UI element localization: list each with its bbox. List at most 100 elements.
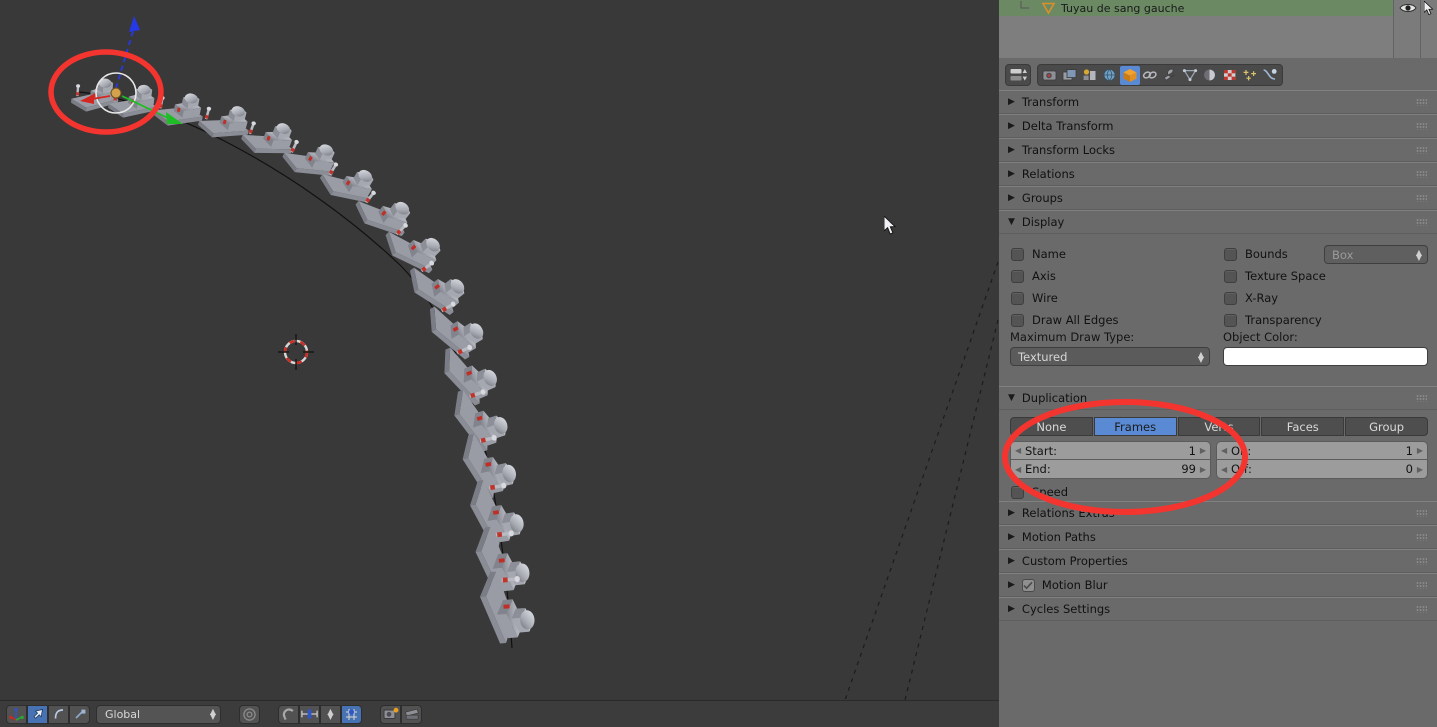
render-tab[interactable] [1040, 66, 1060, 85]
viewport-footer-toolbar[interactable]: Global ▲ ▼ ▲ ▼ [0, 700, 999, 727]
duplication-mode-segments[interactable]: None Frames Verts Faces Group [1010, 417, 1428, 436]
modifiers-tab[interactable] [1160, 66, 1180, 85]
object-data-tab[interactable] [1180, 66, 1200, 85]
transform-orientation-select[interactable]: Global ▲ ▼ [96, 704, 221, 724]
checkbox-row-x-ray[interactable]: X-Ray [1224, 287, 1404, 309]
motion-blur-checkbox[interactable] [1021, 578, 1035, 592]
checkbox-label-name: Name [1032, 247, 1066, 261]
properties-header[interactable] [999, 62, 1437, 88]
scale-manipulator-button[interactable] [69, 704, 90, 724]
stepper-right-icon[interactable]: ▶ [1200, 446, 1206, 455]
checkbox-row-name[interactable]: Name [1011, 243, 1211, 265]
dupli-start-field[interactable]: ◀ Start: 1 ▶ [1010, 441, 1211, 460]
render-opengl-animation-button[interactable] [401, 704, 422, 724]
render-layers-tab[interactable] [1060, 66, 1080, 85]
snap-element-dropdown[interactable]: ▲ ▼ [320, 704, 341, 724]
snap-magnet-button[interactable] [278, 704, 299, 724]
scene-tab[interactable] [1080, 66, 1100, 85]
panel-label-motion-blur: Motion Blur [1041, 578, 1108, 592]
panel-header-motion-paths[interactable]: ▶ Motion Paths [999, 525, 1437, 549]
speed-checkbox[interactable] [1011, 485, 1024, 499]
duplication-mode-faces[interactable]: Faces [1261, 417, 1345, 436]
opengl-render-group[interactable] [380, 704, 422, 724]
duplication-mode-verts[interactable]: Verts [1177, 417, 1261, 436]
camera-icon [1042, 70, 1057, 81]
3d-viewport[interactable] [0, 0, 999, 700]
stepper-left-icon[interactable]: ◀ [1015, 465, 1021, 474]
panel-header-motion-blur[interactable]: ▶ Motion Blur [999, 573, 1437, 597]
panel-header-delta-transform[interactable]: ▶ Delta Transform [999, 114, 1437, 138]
axis-checkbox[interactable] [1011, 269, 1024, 283]
constraints-tab[interactable] [1140, 66, 1160, 85]
dupli-off-field[interactable]: ◀ Off: 0 ▶ [1216, 460, 1428, 479]
dupli-on-field[interactable]: ◀ On: 1 ▶ [1216, 441, 1428, 460]
draw-all-edges-checkbox[interactable] [1011, 313, 1024, 327]
dupli-end-field[interactable]: ◀ End: 99 ▶ [1010, 460, 1211, 479]
physics-icon [1263, 69, 1277, 80]
panel-header-transform[interactable]: ▶ Transform [999, 90, 1437, 114]
checkbox-row-texture-space[interactable]: Texture Space [1224, 265, 1404, 287]
checkbox-row-transparency[interactable]: Transparency [1224, 309, 1404, 331]
rotate-manipulator-button[interactable] [48, 704, 69, 724]
checkbox-label-bounds: Bounds [1245, 247, 1288, 261]
name-checkbox[interactable] [1011, 247, 1024, 261]
transparency-checkbox[interactable] [1224, 313, 1237, 327]
panel-header-groups[interactable]: ▶ Groups [999, 186, 1437, 210]
editor-type-button[interactable] [1005, 64, 1031, 86]
particles-tab[interactable] [1240, 66, 1260, 85]
duplication-mode-frames[interactable]: Frames [1093, 417, 1177, 436]
outliner-visibility-column[interactable] [1394, 0, 1421, 58]
bounds-checkbox[interactable] [1224, 247, 1237, 261]
properties-tab-bar[interactable] [1037, 64, 1283, 86]
panel-header-display[interactable]: ▼ Display [999, 210, 1437, 234]
panel-header-custom-properties[interactable]: ▶ Custom Properties [999, 549, 1437, 573]
stepper-right-icon[interactable]: ▶ [1200, 465, 1206, 474]
panel-grip-icon [1416, 394, 1427, 402]
duplication-frames-range: ◀ Start: 1 ▶ ◀ End: 99 ▶ [1010, 441, 1211, 479]
eye-icon[interactable] [1398, 2, 1417, 14]
stepper-left-icon[interactable]: ◀ [1015, 446, 1021, 455]
viewport-scene [70, 16, 999, 700]
stepper-right-icon[interactable]: ▶ [1417, 465, 1423, 474]
world-tab[interactable] [1100, 66, 1120, 85]
render-opengl-image-button[interactable] [380, 704, 401, 724]
x-ray-checkbox[interactable] [1224, 291, 1237, 305]
translate-manipulator-button[interactable] [27, 704, 48, 724]
checkbox-row-speed[interactable]: Speed [1011, 481, 1068, 503]
checkbox-row-wire[interactable]: Wire [1011, 287, 1211, 309]
properties-editor[interactable]: ▶ Transform ▶ Delta Transform ▶ Transfor… [999, 58, 1437, 727]
snap-target-icon [346, 708, 357, 720]
manipulator-toggle-button[interactable] [6, 704, 27, 724]
snap-element-button[interactable] [299, 704, 320, 724]
object-color-swatch[interactable] [1223, 347, 1428, 366]
material-tab[interactable] [1200, 66, 1220, 85]
outliner-row-tuyau-de-sang-gauche[interactable]: Tuyau de sang gauche [999, 0, 1393, 16]
texture-tab[interactable] [1220, 66, 1240, 85]
panel-header-duplication[interactable]: ▼ Duplication [999, 386, 1437, 410]
duplication-mode-none[interactable]: None [1010, 417, 1093, 436]
panel-header-relations[interactable]: ▶ Relations [999, 162, 1437, 186]
stepper-left-icon[interactable]: ◀ [1221, 446, 1227, 455]
checkbox-row-draw-all-edges[interactable]: Draw All Edges [1011, 309, 1211, 331]
manipulator-button-group[interactable] [6, 704, 90, 724]
bounds-type-select[interactable]: Box ▲ ▼ [1324, 245, 1428, 264]
panel-header-cycles-settings[interactable]: ▶ Cycles Settings [999, 597, 1437, 621]
outliner-editor[interactable]: Tuyau de sang gauche [999, 0, 1437, 58]
panel-header-transform-locks[interactable]: ▶ Transform Locks [999, 138, 1437, 162]
snap-button-group[interactable]: ▲ ▼ [278, 704, 362, 724]
proportional-edit-button[interactable] [239, 704, 260, 724]
texture-space-checkbox[interactable] [1224, 269, 1237, 283]
stepper-left-icon[interactable]: ◀ [1221, 465, 1227, 474]
panel-header-relations-extras[interactable]: ▶ Relations Extras [999, 501, 1437, 525]
physics-tab[interactable] [1260, 66, 1280, 85]
dupli-on-value: 1 [1405, 443, 1413, 458]
checkbox-row-axis[interactable]: Axis [1011, 265, 1211, 287]
max-draw-type-select[interactable]: Textured ▲ ▼ [1010, 347, 1210, 366]
stepper-right-icon[interactable]: ▶ [1417, 446, 1423, 455]
wire-checkbox[interactable] [1011, 291, 1024, 305]
snap-target-button[interactable] [341, 704, 362, 724]
panel-grip-icon [1416, 98, 1427, 106]
panel-label-delta-transform: Delta Transform [1021, 119, 1114, 133]
duplication-mode-group[interactable]: Group [1345, 417, 1428, 436]
object-tab[interactable] [1120, 65, 1140, 85]
